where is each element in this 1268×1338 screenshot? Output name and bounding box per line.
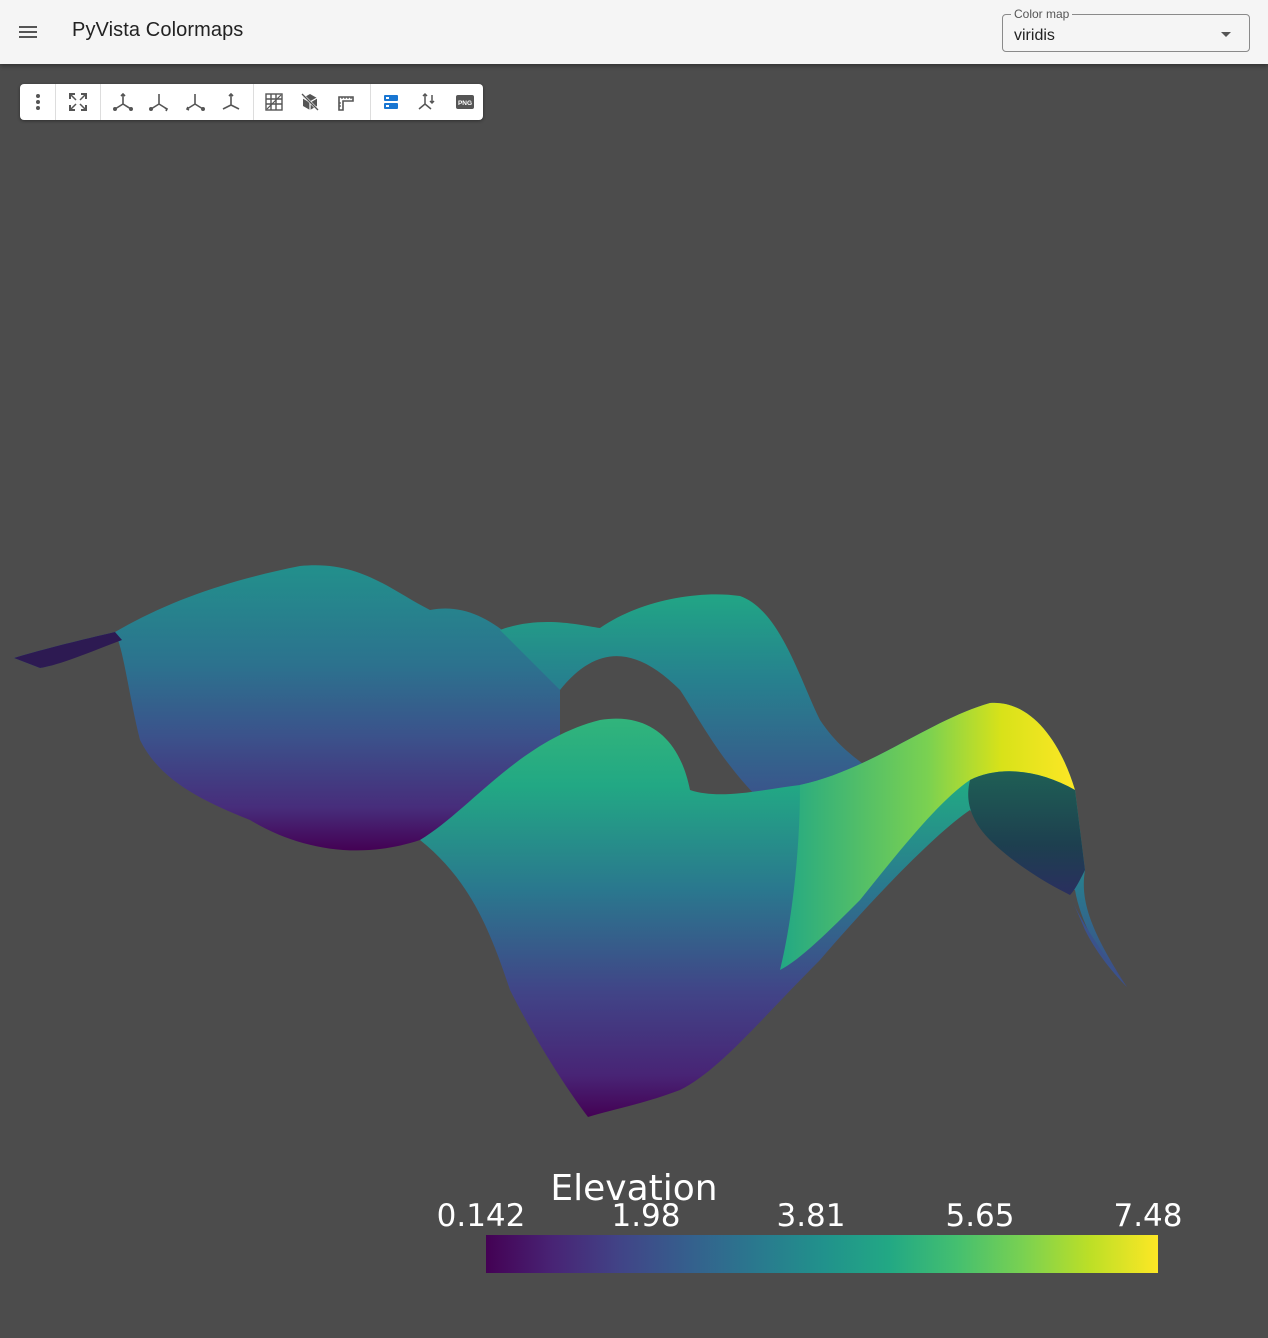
app-bar: PyVista Colormaps Color map viridis <box>0 0 1268 64</box>
dropdown-caret-icon <box>1221 32 1231 37</box>
fit-screen-icon <box>69 93 87 111</box>
toolbar-divider <box>100 84 101 120</box>
elevation-surface-mesh[interactable] <box>0 64 1268 1338</box>
colormap-select-value: viridis <box>1014 27 1055 44</box>
colormap-select[interactable]: Color map viridis <box>1002 7 1250 52</box>
menu-button[interactable] <box>12 16 44 48</box>
axis-view-icon <box>222 92 240 110</box>
grid-icon <box>265 93 283 111</box>
vertical-dots-icon <box>36 94 40 110</box>
toggle-scalar-bar-button[interactable] <box>375 86 407 118</box>
toggle-ruler-button[interactable] <box>330 86 362 118</box>
axes-icon <box>418 92 435 110</box>
scalar-bar-tick: 3.81 <box>776 1198 846 1234</box>
png-icon: PNG <box>456 95 474 109</box>
axis-view-icon <box>148 94 169 112</box>
toolbar-divider <box>55 84 56 120</box>
axis-view-icon <box>112 92 133 111</box>
view-z-button[interactable] <box>179 86 211 118</box>
scalar-bar-gradient <box>486 1235 1158 1273</box>
reset-camera-button[interactable] <box>62 86 94 118</box>
scalar-bar-tick: 1.98 <box>611 1198 681 1234</box>
toolbar-divider <box>370 84 371 120</box>
screenshot-button[interactable]: PNG <box>449 86 481 118</box>
png-label: PNG <box>458 100 472 107</box>
axis-view-icon <box>185 94 205 111</box>
colormap-select-label: Color map <box>1011 7 1073 21</box>
toggle-axes-button[interactable] <box>411 86 443 118</box>
scalar-bar-tick: 5.65 <box>945 1198 1015 1234</box>
toggle-grid-button[interactable] <box>258 86 290 118</box>
viewer-toolbar: PNG <box>20 84 483 120</box>
toolbar-divider <box>253 84 254 120</box>
toggle-bounds-button[interactable] <box>294 86 326 118</box>
more-options-button[interactable] <box>22 86 54 118</box>
app-title: PyVista Colormaps <box>72 19 244 41</box>
render-viewport[interactable] <box>0 64 1268 1338</box>
scalar-bar-tick: 0.142 <box>436 1198 526 1234</box>
view-isometric-button[interactable] <box>215 86 247 118</box>
ruler-icon <box>338 96 354 111</box>
layers-icon <box>384 95 398 109</box>
view-y-button[interactable] <box>143 86 175 118</box>
view-x-button[interactable] <box>107 86 139 118</box>
scalar-bar-tick: 7.48 <box>1113 1198 1183 1234</box>
cube-icon <box>301 93 319 111</box>
hamburger-menu-icon <box>19 26 37 38</box>
